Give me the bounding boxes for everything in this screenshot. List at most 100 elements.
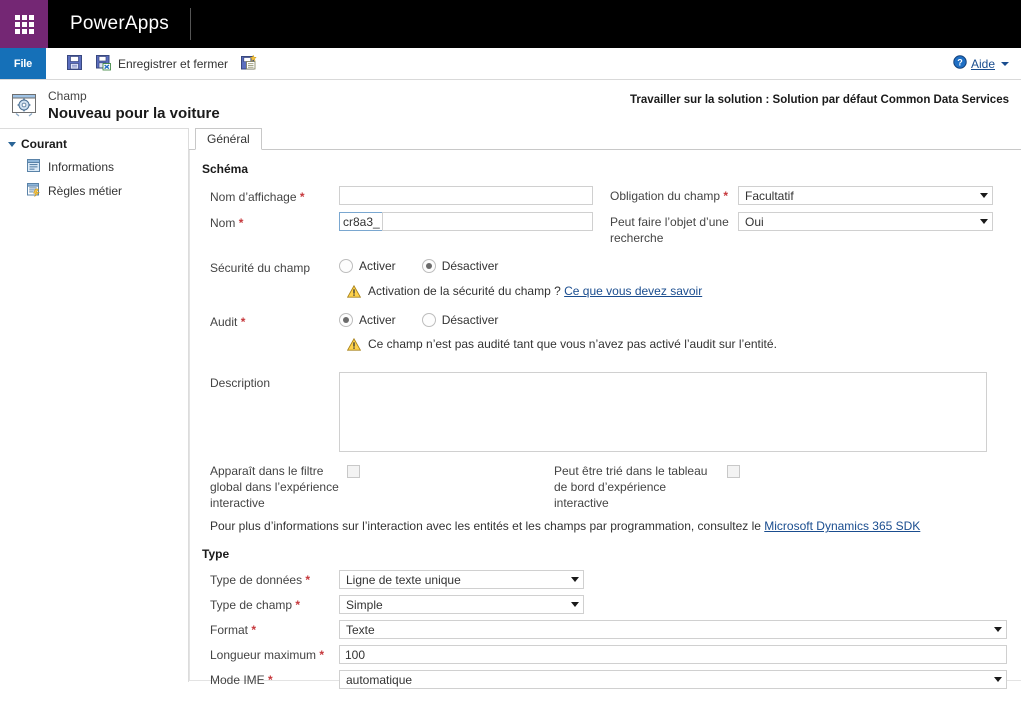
required-marker: * <box>251 622 257 637</box>
label-description: Description <box>202 372 339 391</box>
page-title-kicker: Champ <box>48 88 87 103</box>
searchable-value: Oui <box>745 214 764 229</box>
label-text: Type de données <box>210 572 303 587</box>
app-brand-title: PowerApps <box>48 0 191 48</box>
required-marker: * <box>240 314 246 329</box>
required-marker: * <box>268 672 273 687</box>
radio-indicator <box>421 312 436 327</box>
field-security-disable-radio[interactable]: Désactiver <box>421 259 499 274</box>
label-data-type: Type de données * <box>202 573 339 587</box>
label-field-requirement: Obligation du champ * <box>610 186 738 205</box>
tab-strip: Général <box>189 128 1021 150</box>
row-field-type: Type de champ * Simple <box>202 595 1007 615</box>
label-global-filter: Apparaît dans le filtre global dans l’ex… <box>210 463 339 511</box>
label-format: Format * <box>202 623 339 637</box>
label-audit: Audit * <box>202 311 339 330</box>
data-type-select[interactable]: Ligne de texte unique <box>339 570 584 590</box>
max-length-input[interactable] <box>339 645 1007 665</box>
format-value: Texte <box>346 622 375 637</box>
field-requirement-value: Facultatif <box>745 188 794 203</box>
row-field-security: Sécurité du champ Activer Désactiver <box>202 257 1007 276</box>
sidebar-item-informations[interactable]: Informations <box>0 155 188 179</box>
field-security-warning: Activation de la sécurité du champ ? Ce … <box>339 284 1007 301</box>
label-text: Nom <box>210 216 236 231</box>
required-marker: * <box>305 572 311 587</box>
chevron-down-icon <box>980 193 988 198</box>
label-text: Audit <box>210 314 238 329</box>
searchable-select[interactable]: Oui <box>738 212 993 232</box>
data-type-value: Ligne de texte unique <box>346 572 461 587</box>
save-icon <box>66 54 83 74</box>
ime-mode-value: automatique <box>346 672 413 687</box>
name-input[interactable] <box>382 212 593 232</box>
sidebar-group-courant[interactable]: Courant <box>0 135 188 155</box>
field-type-select[interactable]: Simple <box>339 595 584 615</box>
label-text: Sécurité du champ <box>210 261 311 276</box>
tab-general[interactable]: Général <box>195 128 262 150</box>
description-textarea[interactable] <box>339 371 987 452</box>
radio-label: Activer <box>359 259 396 274</box>
section-title-type: Type <box>202 547 230 562</box>
form-panel: Schéma Nom d’affichage * Obligation du c… <box>189 150 1021 690</box>
file-tab[interactable]: File <box>0 48 46 79</box>
required-marker: * <box>299 190 305 204</box>
row-max-length: Longueur maximum * <box>202 645 1007 665</box>
field-security-enable-radio[interactable]: Activer <box>339 259 396 274</box>
label-max-length: Longueur maximum * <box>202 648 339 662</box>
radio-label: Désactiver <box>441 312 499 327</box>
sidebar-item-label: Règles métier <box>48 184 123 198</box>
label-ime-mode: Mode IME * <box>202 673 339 687</box>
label-field-security: Sécurité du champ <box>202 257 339 276</box>
field-requirement-select[interactable]: Facultatif <box>738 186 993 205</box>
field-type-value: Simple <box>346 597 383 612</box>
chevron-down-icon <box>571 577 579 583</box>
radio-indicator <box>339 259 353 274</box>
field-security-radio-group: Activer Désactiver <box>339 257 499 274</box>
row-ime-mode: Mode IME * automatique <box>202 670 1007 690</box>
sortable-dashboard-checkbox[interactable] <box>727 464 740 478</box>
triangle-down-icon <box>8 141 16 147</box>
sdk-link[interactable]: Microsoft Dynamics 365 SDK <box>764 519 920 533</box>
format-select[interactable]: Texte <box>339 620 1007 640</box>
label-text: Type de champ <box>210 597 293 612</box>
audit-disable-radio[interactable]: Désactiver <box>421 312 499 327</box>
ime-mode-select[interactable]: automatique <box>339 670 1007 690</box>
radio-label: Désactiver <box>441 259 499 274</box>
sidebar-item-label: Informations <box>48 160 115 174</box>
save-button[interactable] <box>60 52 89 76</box>
required-marker: * <box>238 216 244 231</box>
row-description: Description <box>202 371 1007 455</box>
radio-indicator-selected <box>421 259 436 274</box>
chevron-down-icon <box>994 677 1002 683</box>
label-text: Nom d’affichage <box>210 190 297 204</box>
row-name: Nom * cr8a3_ Peut faire l’objet d’une re… <box>202 212 1007 246</box>
help-button[interactable]: ? Aide <box>953 55 1009 72</box>
main-area: Courant Informations Règles métier Génér… <box>0 128 1021 694</box>
sidebar-group-label: Courant <box>21 137 67 151</box>
warning-icon <box>346 284 362 301</box>
save-and-close-button[interactable]: Enregistrer et fermer <box>89 52 234 76</box>
field-security-warning-text: Activation de la sécurité du champ ? <box>368 283 561 298</box>
field-properties-icon <box>10 91 40 122</box>
global-filter-checkbox[interactable] <box>347 464 360 478</box>
save-as-new-button[interactable] <box>234 52 263 76</box>
label-searchable: Peut faire l’objet d’une recherche <box>610 212 738 246</box>
row-format: Format * Texte <box>202 620 1007 640</box>
radio-indicator-selected <box>339 312 353 327</box>
waffle-grid-icon[interactable] <box>0 0 48 48</box>
audit-enable-radio[interactable]: Activer <box>339 312 396 327</box>
svg-text:?: ? <box>957 57 963 67</box>
top-app-bar: PowerApps <box>0 0 1021 48</box>
chevron-down-icon <box>980 219 988 225</box>
content-area: Général Schéma Nom d’affichage * Obligat… <box>189 128 1021 690</box>
field-security-learn-more-link[interactable]: Ce que vous devez savoir <box>564 284 702 298</box>
label-text: Peut faire l’objet d’une recherche <box>610 215 729 245</box>
required-marker: * <box>295 597 301 612</box>
sidebar-item-regles-metier[interactable]: Règles métier <box>0 179 188 203</box>
label-display-name: Nom d’affichage * <box>202 186 339 205</box>
radio-label: Activer <box>359 312 396 327</box>
display-name-input[interactable] <box>339 186 593 205</box>
chevron-down-icon[interactable] <box>1001 61 1009 66</box>
label-text: Longueur maximum <box>210 647 317 662</box>
name-prefix-box[interactable]: cr8a3_ <box>339 212 382 232</box>
